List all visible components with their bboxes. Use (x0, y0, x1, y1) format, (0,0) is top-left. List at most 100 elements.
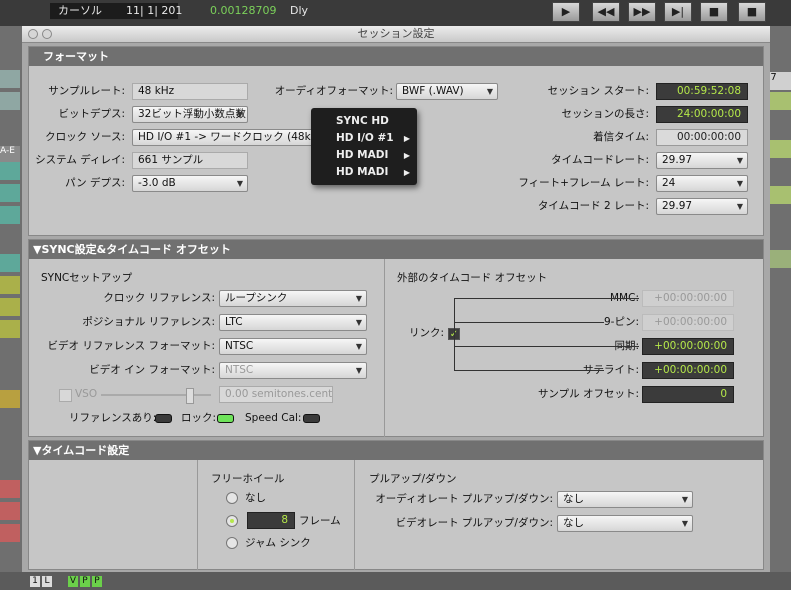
link-label: リンク: (409, 327, 445, 339)
menu-item-sync-hd[interactable]: SYNC HD (311, 113, 417, 130)
track-strip (0, 524, 20, 542)
audio-pull-label: オーディオレート プルアップ/ダウン: (375, 493, 553, 505)
video-ref-label: ビデオ リファレンス フォーマット: (47, 340, 215, 352)
freewheel-none-radio[interactable] (226, 492, 238, 504)
delay-indicator[interactable]: Dly (290, 3, 308, 19)
pan-depth-select[interactable]: -3.0 dB ▼ (132, 175, 248, 192)
sync-header[interactable]: ▼SYNC設定&タイムコード オフセット (29, 240, 763, 259)
sample-offset-label: サンプル オフセット: (537, 388, 639, 400)
lock-label: ロック: (181, 412, 217, 424)
track-number[interactable]: 1 (30, 576, 40, 587)
clock-source-select[interactable]: HD I/O #1 -> ワードクロック (48kHz) (132, 129, 314, 146)
feet-frame-label: フィート+フレーム レート: (518, 177, 649, 189)
stop-button[interactable]: ■ (738, 2, 766, 22)
track-strip (0, 502, 20, 520)
menu-item-hd-madi-2[interactable]: HD MADI ▶ (311, 164, 417, 181)
pull-title: プルアップ/ダウン (369, 473, 457, 485)
format-header: フォーマット (29, 47, 763, 66)
frames-label: フレーム (299, 515, 341, 527)
timecode-panel: ▼タイムコード設定 フリーホイール なし 8 フレーム ジャム シンク プルアッ… (28, 440, 764, 570)
satellite-offset-field[interactable]: +00:00:00:00 (642, 362, 734, 379)
session-length-field[interactable]: 24:00:00:00 (656, 106, 748, 123)
pos-ref-label: ポジショナル リファレンス: (82, 316, 215, 328)
menu-item-hd-madi[interactable]: HD MADI ▶ (311, 147, 417, 164)
timecode-rate-select[interactable]: 29.97 ▼ (656, 152, 748, 169)
chevron-down-icon: ▼ (681, 495, 688, 504)
record-button[interactable]: ■ (700, 2, 728, 22)
track-strip (0, 206, 20, 224)
rewind-button[interactable]: ◀◀ (592, 2, 620, 22)
pos-ref-select[interactable]: LTC ▼ (219, 314, 367, 331)
track-strip (0, 320, 20, 338)
audio-format-select[interactable]: BWF (.WAV) ▼ (396, 83, 498, 100)
video-pull-select[interactable]: なし ▼ (557, 515, 693, 532)
ref-present-label: リファレンスあり: (69, 412, 157, 424)
chevron-down-icon: ▼ (355, 342, 362, 351)
speed-cal-led (303, 414, 320, 423)
video-in-select[interactable]: NTSC ▼ (219, 362, 367, 379)
chevron-down-icon: ▼ (236, 179, 243, 188)
speed-cal-label: Speed Cal: (245, 412, 302, 424)
incoming-time-field: 00:00:00:00 (656, 129, 748, 146)
vso-slider-track[interactable] (101, 394, 211, 396)
submenu-arrow-icon: ▶ (403, 168, 410, 177)
vso-checkbox[interactable] (59, 389, 72, 402)
chevron-down-icon: ▼ (236, 110, 243, 119)
bit-depth-select[interactable]: 32ビット浮動小数点数 ▼ (132, 106, 248, 123)
bit-depth-label: ビットデプス: (58, 108, 125, 120)
vso-value: 0.00 semitones.cents (219, 386, 333, 403)
window-titlebar[interactable]: セッション設定 (22, 26, 770, 43)
link-bracket (454, 322, 604, 323)
incoming-time-label: 着信タイム: (593, 131, 649, 143)
chevron-down-icon: ▼ (736, 179, 743, 188)
chevron-down-icon: ▼ (355, 366, 362, 375)
audio-format-label: オーディオフォーマット: (274, 85, 393, 97)
divider (354, 460, 355, 570)
system-delay-label: システム ディレイ: (35, 154, 125, 166)
jam-sync-radio[interactable] (226, 537, 238, 549)
track-strip (0, 480, 20, 498)
mmc-offset-field[interactable]: +00:00:00:00 (642, 290, 734, 307)
samples-readout: 0.00128709 (210, 4, 277, 17)
track-strip (0, 70, 20, 88)
loop-button[interactable]: ▶︎ (552, 2, 580, 22)
clock-ref-select[interactable]: ループシンク ▼ (219, 290, 367, 307)
sync-panel: ▼SYNC設定&タイムコード オフセット SYNCセットアップ クロック リファ… (28, 239, 764, 437)
ninepin-offset-field[interactable]: +00:00:00:00 (642, 314, 734, 331)
feet-frame-select[interactable]: 24 ▼ (656, 175, 748, 192)
track-p-button[interactable]: P (92, 576, 102, 587)
divider (197, 460, 198, 570)
link-bracket (454, 298, 639, 299)
fast-forward-button[interactable]: ▶▶ (628, 2, 656, 22)
clock-source-menu: SYNC HD HD I/O #1 ▶ HD MADI ▶ HD MADI ▶ (311, 108, 417, 185)
track-p-button[interactable]: P (80, 576, 90, 587)
sync-offset-field[interactable]: +00:00:00:00 (642, 338, 734, 355)
sample-offset-field[interactable]: 0 (642, 386, 734, 403)
audio-pull-select[interactable]: なし ▼ (557, 491, 693, 508)
timecode-header[interactable]: ▼タイムコード設定 (29, 441, 763, 460)
sample-rate-value: 48 kHz (132, 83, 248, 100)
go-to-end-button[interactable]: ▶| (664, 2, 692, 22)
minimize-icon[interactable] (42, 29, 52, 39)
position-readout: 11| 1| 201 (126, 4, 183, 17)
divider (384, 259, 385, 437)
chevron-down-icon: ▼ (355, 294, 362, 303)
video-ref-select[interactable]: NTSC ▼ (219, 338, 367, 355)
timecode2-select[interactable]: 29.97 ▼ (656, 198, 748, 215)
track-v-button[interactable]: V (68, 576, 78, 587)
vso-slider-thumb[interactable] (186, 388, 194, 404)
session-start-label: セッション スタート: (547, 85, 649, 97)
close-icon[interactable] (28, 29, 38, 39)
track-l-button[interactable]: L (42, 576, 52, 587)
menu-item-hd-io[interactable]: HD I/O #1 ▶ (311, 130, 417, 147)
clock-source-label: クロック ソース: (45, 131, 125, 143)
lock-led (217, 414, 234, 423)
vso-label: VSO (75, 388, 98, 400)
video-in-label: ビデオ イン フォーマット: (89, 364, 215, 376)
freewheel-frames-radio[interactable] (226, 515, 238, 527)
freewheel-frames-field[interactable]: 8 (247, 512, 295, 529)
track-strip (0, 92, 20, 110)
session-start-field[interactable]: 00:59:52:08 (656, 83, 748, 100)
submenu-arrow-icon: ▶ (403, 134, 410, 143)
pan-depth-label: パン デプス: (65, 177, 125, 189)
